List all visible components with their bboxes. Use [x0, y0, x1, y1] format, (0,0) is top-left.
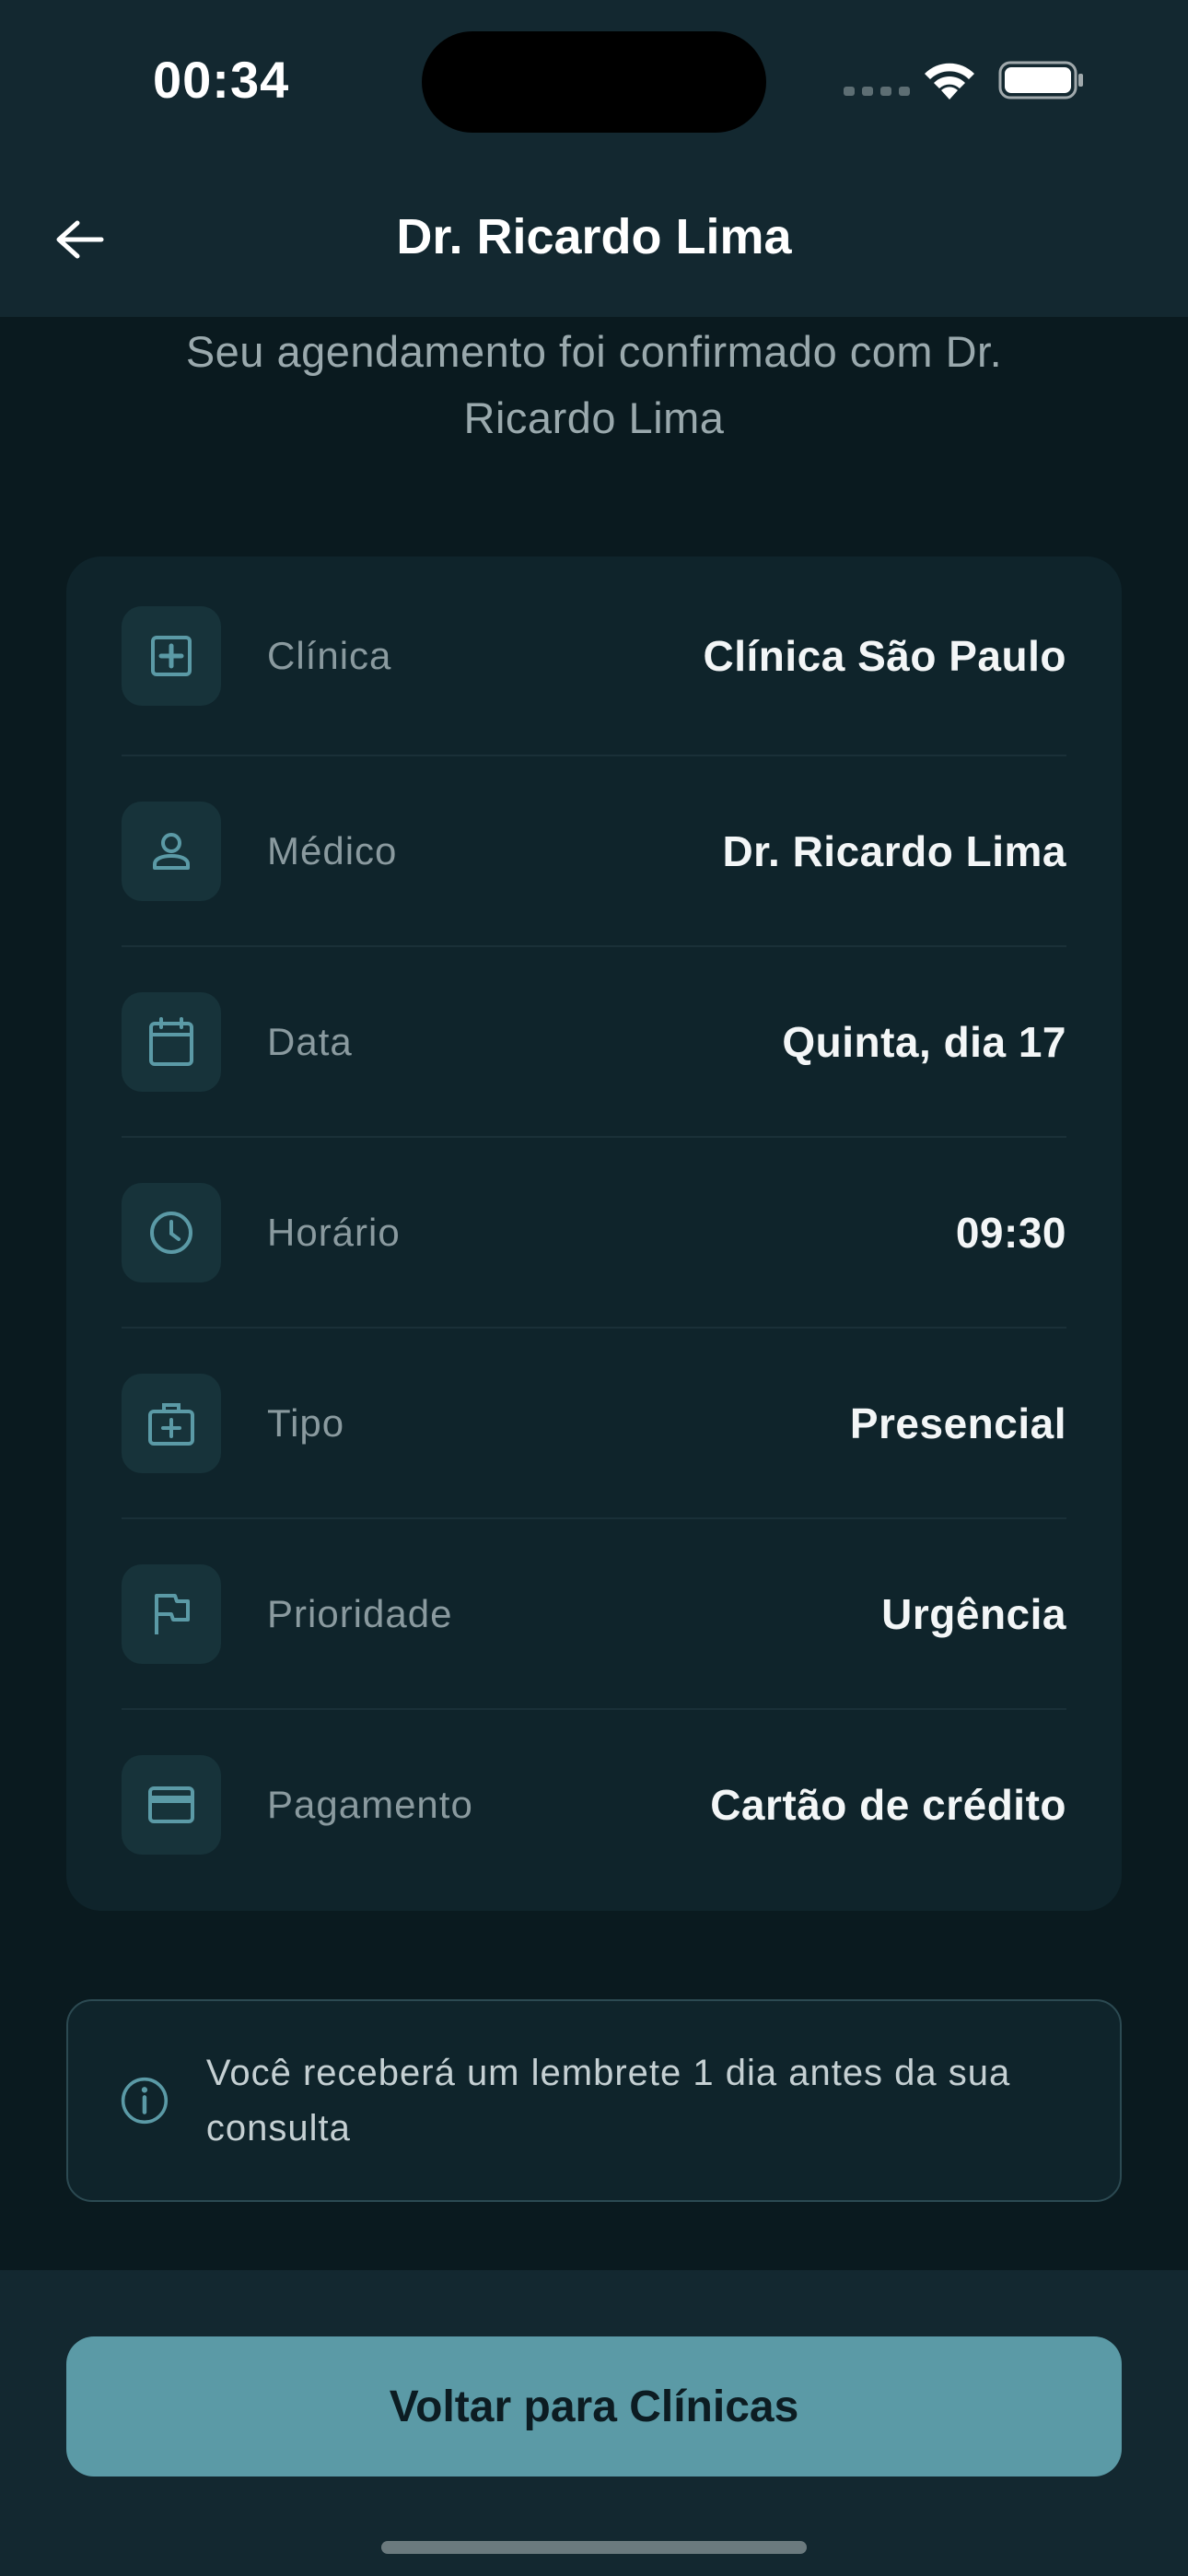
detail-row-time: Horário 09:30: [122, 1136, 1066, 1327]
detail-value: Clínica São Paulo: [703, 631, 1066, 680]
flag-icon: [122, 1563, 221, 1664]
detail-value: Presencial: [849, 1399, 1066, 1447]
detail-value: Cartão de crédito: [710, 1780, 1066, 1829]
reminder-text: Você receberá um lembrete 1 dia antes da…: [205, 2053, 1011, 2149]
detail-label: Tipo: [267, 1400, 345, 1445]
detail-value: Quinta, dia 17: [782, 1017, 1066, 1066]
status-time: 00:34: [153, 51, 290, 109]
detail-value: Dr. Ricardo Lima: [722, 826, 1066, 875]
detail-row-priority: Prioridade Urgência: [122, 1517, 1066, 1708]
battery-icon: [998, 61, 1085, 100]
clinic-plus-icon: [122, 605, 221, 706]
detail-label: Prioridade: [267, 1591, 453, 1635]
detail-label: Horário: [267, 1210, 401, 1254]
home-indicator: [381, 2541, 807, 2554]
person-icon: [122, 801, 221, 901]
detail-row-date: Data Quinta, dia 17: [122, 945, 1066, 1136]
detail-label: Médico: [267, 828, 398, 872]
cellular-signal-icon: [844, 87, 910, 96]
detail-row-payment: Pagamento Cartão de crédito: [122, 1708, 1066, 1899]
credit-card-icon: [122, 1754, 221, 1855]
confirmation-message: Seu agendamento foi confirmado com Dr. R…: [185, 327, 1003, 442]
reminder-notice: Você receberá um lembrete 1 dia antes da…: [66, 1999, 1122, 2202]
detail-label: Clínica: [267, 633, 392, 677]
dynamic-island: [422, 31, 766, 133]
wifi-icon: [921, 57, 978, 101]
clock-icon: [122, 1182, 221, 1282]
info-icon: [121, 2077, 169, 2125]
page-title: Dr. Ricardo Lima: [396, 209, 792, 264]
detail-label: Pagamento: [267, 1782, 473, 1826]
detail-row-doctor: Médico Dr. Ricardo Lima: [122, 755, 1066, 945]
detail-row-type: Tipo Presencial: [122, 1327, 1066, 1517]
back-to-clinics-button[interactable]: Voltar para Clínicas: [66, 2336, 1122, 2476]
detail-value: Urgência: [881, 1589, 1066, 1638]
detail-label: Data: [267, 1019, 353, 1063]
detail-value: 09:30: [955, 1208, 1066, 1257]
medical-bag-icon: [122, 1373, 221, 1473]
detail-row-clinic: Clínica Clínica São Paulo: [122, 556, 1066, 755]
calendar-icon: [122, 991, 221, 1092]
appointment-details-card: Clínica Clínica São Paulo Médico Dr. Ric…: [66, 556, 1122, 1911]
